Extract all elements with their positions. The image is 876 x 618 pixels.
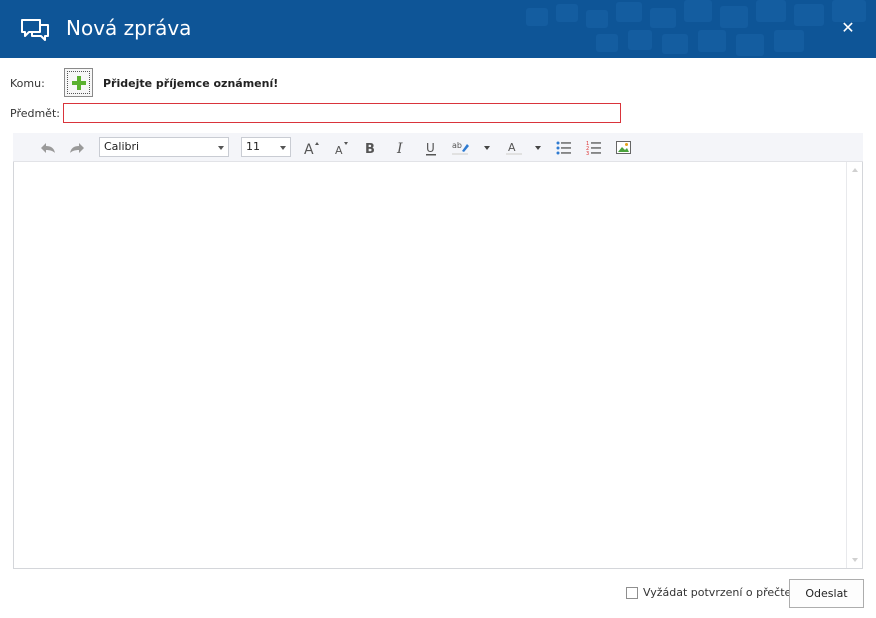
read-receipt-checkbox[interactable] <box>626 587 638 599</box>
font-size-value: 11 <box>246 140 260 153</box>
font-family-value: Calibri <box>104 140 140 153</box>
svg-text:A: A <box>508 141 516 154</box>
add-recipient-button[interactable] <box>64 68 93 97</box>
message-bubbles-icon <box>21 19 49 41</box>
redo-icon[interactable] <box>68 139 86 157</box>
shrink-font-icon[interactable]: A <box>332 139 350 157</box>
scroll-up-icon[interactable] <box>852 168 858 172</box>
highlight-dropdown-icon[interactable] <box>484 146 490 150</box>
numbered-list-icon[interactable]: 123 <box>585 139 603 157</box>
svg-text:I: I <box>396 141 403 156</box>
add-recipient-hint[interactable]: Přidejte příjemce oznámení! <box>103 77 278 90</box>
svg-text:B: B <box>365 142 375 156</box>
bold-icon[interactable]: B <box>362 139 380 157</box>
italic-icon[interactable]: I <box>392 139 410 157</box>
close-icon[interactable]: ✕ <box>840 20 856 36</box>
send-button[interactable]: Odeslat <box>789 579 864 608</box>
subject-label: Předmět: <box>10 107 60 120</box>
svg-text:ab: ab <box>452 141 462 150</box>
editor-scrollbar[interactable] <box>846 162 862 568</box>
svg-text:3: 3 <box>586 151 589 156</box>
message-editor[interactable] <box>13 162 863 569</box>
window-title: Nová zpráva <box>66 16 192 40</box>
scroll-down-icon[interactable] <box>852 558 858 562</box>
grow-font-icon[interactable]: A <box>302 139 320 157</box>
svg-text:A: A <box>304 142 314 156</box>
font-family-select[interactable]: Calibri <box>99 137 229 157</box>
bullet-list-icon[interactable] <box>555 139 573 157</box>
highlight-icon[interactable]: ab <box>452 139 470 157</box>
header-decoration <box>526 0 866 56</box>
font-color-dropdown-icon[interactable] <box>535 146 541 150</box>
font-size-select[interactable]: 11 <box>241 137 291 157</box>
svg-text:U: U <box>426 141 435 155</box>
subject-input[interactable] <box>63 103 621 123</box>
to-label: Komu: <box>10 77 45 90</box>
underline-icon[interactable]: U <box>422 139 440 157</box>
insert-image-icon[interactable] <box>615 139 633 157</box>
font-color-icon[interactable]: A <box>505 139 523 157</box>
undo-icon[interactable] <box>39 139 57 157</box>
window-titlebar: Nová zpráva ✕ <box>0 0 876 58</box>
editor-toolbar: Calibri 11 A A B I U ab A 123 <box>13 133 863 162</box>
svg-text:A: A <box>335 144 343 156</box>
plus-icon <box>72 76 86 90</box>
read-receipt-label[interactable]: Vyžádat potvrzení o přečtení <box>643 586 801 599</box>
